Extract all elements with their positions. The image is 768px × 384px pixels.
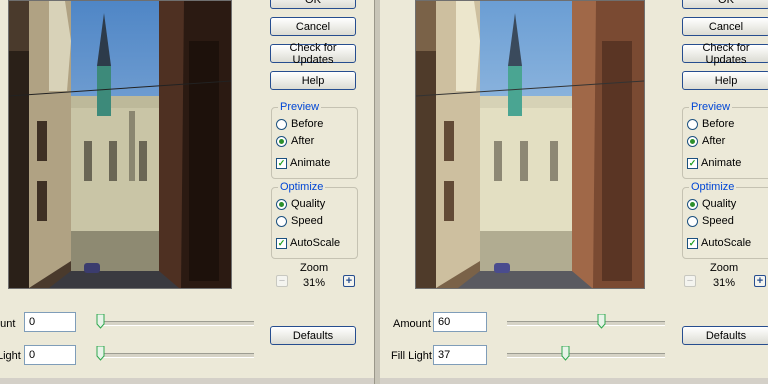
radio-speed-label: Speed [291,215,323,227]
amount-slider-track[interactable] [100,321,254,326]
preview-group: Preview Before After ✓ Animate [271,101,358,179]
checkmark-icon[interactable]: ✓ [276,157,287,169]
optimize-group: Optimize Quality Speed ✓ AutoScale [682,181,768,259]
dialog-after: OK Cancel Check for Updates Help Preview… [380,0,768,384]
defaults-button[interactable]: Defaults [682,326,768,345]
preview-group-title: Preview [689,101,733,114]
radio-speed[interactable]: Speed [276,214,323,228]
defaults-button[interactable]: Defaults [270,326,356,345]
radio-quality-label: Quality [702,198,737,210]
radio-quality-label: Quality [291,198,326,210]
optimize-group: Optimize Quality Speed ✓ AutoScale [271,181,358,259]
amount-input[interactable]: 60 [433,312,487,332]
dialog-before: OK Cancel Check for Updates Help Preview… [0,0,374,384]
amount-slider-track[interactable] [507,321,665,326]
zoom-label: Zoom [710,262,739,274]
check-for-updates-button[interactable]: Check for Updates [682,42,768,66]
radio-before-label: Before [291,118,324,130]
fill-light-slider-thumb[interactable] [561,346,570,361]
fill-light-input[interactable]: 0 [24,345,76,365]
amount-slider-thumb[interactable] [597,314,606,329]
radio-quality[interactable]: Quality [276,197,325,211]
ok-button[interactable]: OK [682,0,768,9]
checkmark-icon[interactable]: ✓ [687,237,698,249]
radio-speed-circle[interactable] [276,215,287,227]
radio-speed[interactable]: Speed [687,214,734,228]
help-button[interactable]: Help [682,71,768,90]
radio-before-circle[interactable] [687,118,698,130]
radio-quality-circle[interactable] [276,198,287,210]
fill-light-input[interactable]: 37 [433,345,487,365]
preview-group-title: Preview [278,101,322,114]
fill-light-slider-track[interactable] [100,353,254,358]
radio-after-circle[interactable] [687,135,698,147]
radio-after-circle[interactable] [276,135,287,147]
fill-light-slider-track[interactable] [507,353,665,358]
animate-label: Animate [290,157,331,169]
radio-quality[interactable]: Quality [687,197,736,211]
amount-label: ount [0,318,16,330]
plus-icon[interactable]: + [343,275,355,287]
help-button[interactable]: Help [270,71,356,90]
zoom-value: 31% [302,277,326,289]
preview-image-after[interactable] [415,0,645,289]
cancel-button[interactable]: Cancel [270,17,356,36]
cancel-button[interactable]: Cancel [682,17,768,36]
radio-after[interactable]: After [687,134,725,148]
optimize-group-title: Optimize [278,181,326,194]
amount-input[interactable]: 0 [24,312,76,332]
check-for-updates-button[interactable]: Check for Updates [270,42,356,66]
animate-checkbox[interactable]: ✓ Animate [276,156,330,170]
amount-slider-thumb[interactable] [96,314,105,329]
radio-speed-label: Speed [702,215,734,227]
autoscale-checkbox[interactable]: ✓ AutoScale [276,236,340,250]
animate-checkbox[interactable]: ✓ Animate [687,156,741,170]
preview-image-before[interactable] [8,0,232,289]
animate-label: Animate [701,157,742,169]
autoscale-label: AutoScale [701,237,752,249]
radio-before[interactable]: Before [276,117,323,131]
street-photo-before [9,1,231,288]
radio-quality-circle[interactable] [687,198,698,210]
ok-button[interactable]: OK [270,0,356,9]
autoscale-checkbox[interactable]: ✓ AutoScale [687,236,751,250]
fill-light-label: Fill Light [391,350,432,362]
minus-icon[interactable]: − [684,275,696,287]
street-photo-after [416,1,644,288]
radio-speed-circle[interactable] [687,215,698,227]
fill-light-label: Light [0,350,21,362]
optimize-group-title: Optimize [689,181,737,194]
radio-before[interactable]: Before [687,117,734,131]
radio-after-label: After [702,135,726,147]
radio-before-circle[interactable] [276,118,287,130]
zoom-label: Zoom [300,262,329,274]
amount-label: Amount [393,318,431,330]
minus-icon[interactable]: − [276,275,288,287]
preview-group: Preview Before After ✓ Animate [682,101,768,179]
dialog-bottom-edge [380,378,768,384]
radio-after-label: After [291,135,315,147]
checkmark-icon[interactable]: ✓ [276,237,287,249]
checkmark-icon[interactable]: ✓ [687,157,698,169]
dialog-bottom-edge [0,378,374,384]
zoom-value: 31% [712,277,736,289]
plus-icon[interactable]: + [754,275,766,287]
autoscale-label: AutoScale [290,237,341,249]
radio-after[interactable]: After [276,134,314,148]
fill-light-slider-thumb[interactable] [96,346,105,361]
radio-before-label: Before [702,118,735,130]
